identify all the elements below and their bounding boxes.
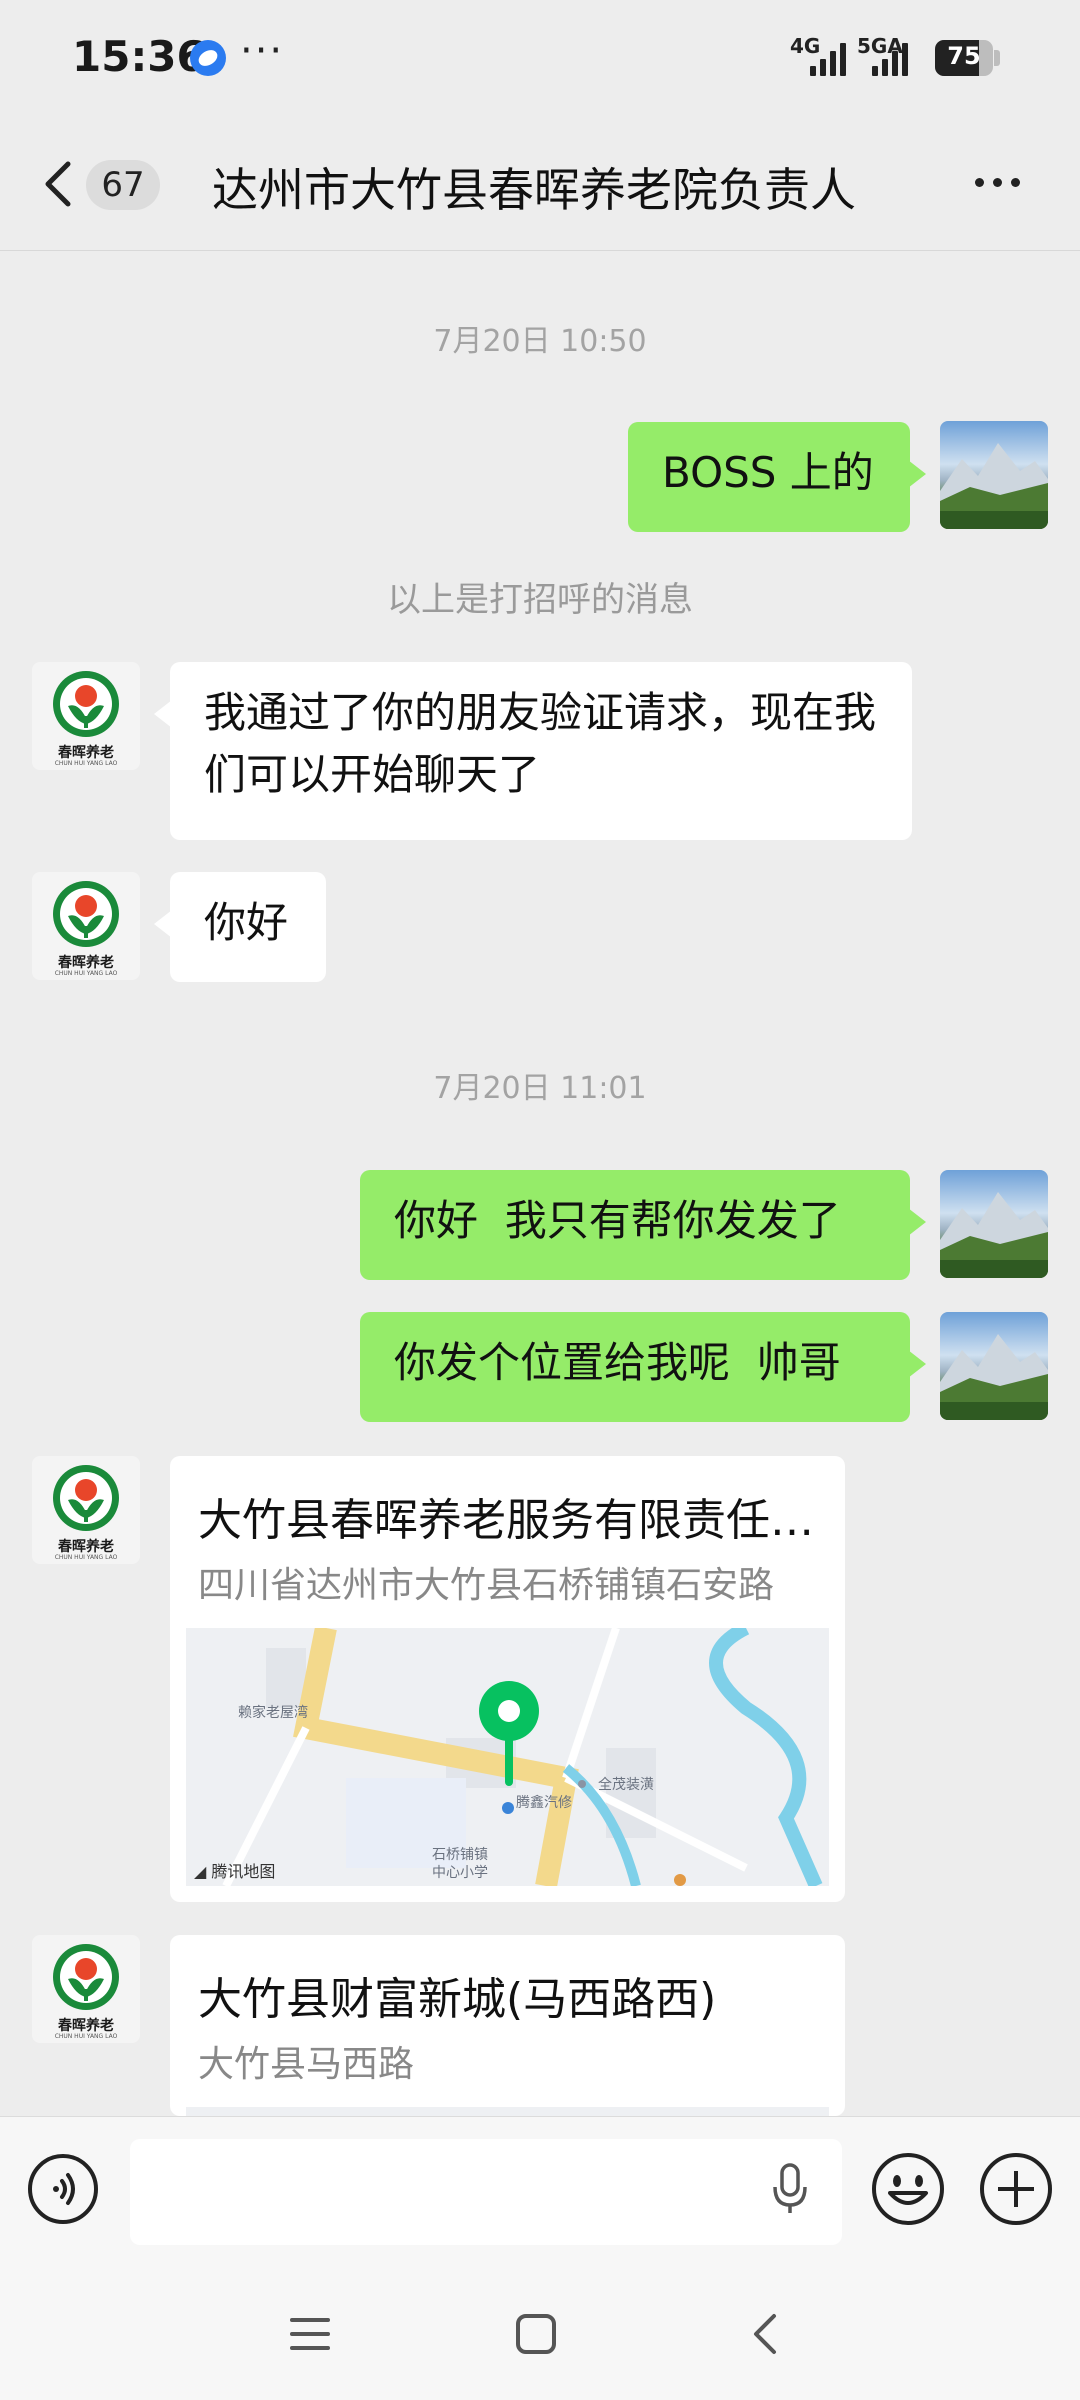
plus-icon[interactable] bbox=[978, 2151, 1054, 2227]
nav-back-icon[interactable] bbox=[744, 2312, 788, 2356]
location-address: 四川省达州市大竹县石桥铺镇石安路 bbox=[198, 1565, 775, 1606]
contact-avatar[interactable]: 春晖养老 CHUN HUI YANG LAO bbox=[32, 662, 140, 770]
avatar-logo-subtext: CHUN HUI YANG LAO bbox=[54, 970, 118, 977]
system-message: 以上是打招呼的消息 bbox=[387, 580, 693, 620]
battery-level: 75 bbox=[947, 42, 981, 70]
message-incoming[interactable]: 你好 bbox=[154, 872, 326, 982]
map-label: 石桥铺镇 bbox=[432, 1847, 488, 1863]
map-label: 全茂装潢 bbox=[598, 1777, 654, 1793]
message-outgoing[interactable]: 你好 我只有帮你发发了 bbox=[360, 1170, 926, 1280]
message-input[interactable] bbox=[130, 2139, 842, 2245]
more-options-icon[interactable] bbox=[975, 178, 1020, 187]
app-notification-icon bbox=[190, 40, 226, 76]
map-pin-icon bbox=[479, 1681, 539, 1786]
location-name: 大竹县春晖养老服务有限责任公司 bbox=[198, 1495, 818, 1546]
input-bar bbox=[0, 2116, 1080, 2277]
chat-title: 达州市大竹县春晖养老院负责人 bbox=[212, 163, 856, 217]
status-time: 15:36 bbox=[72, 32, 206, 81]
voice-mode-button[interactable] bbox=[28, 2154, 98, 2224]
self-avatar[interactable] bbox=[940, 1170, 1048, 1278]
mountain-landscape-icon bbox=[940, 443, 1048, 529]
location-address: 大竹县马西路 bbox=[198, 2044, 415, 2085]
menu-icon[interactable] bbox=[288, 2312, 332, 2356]
more-notifications-icon: ··· bbox=[240, 28, 285, 74]
message-incoming[interactable]: 我通过了你的朋友验证请求，现在我们可以开始聊天了 bbox=[154, 662, 912, 840]
avatar-logo-subtext: CHUN HUI YANG LAO bbox=[54, 760, 118, 767]
avatar-logo-text: 春晖养老 bbox=[58, 745, 114, 761]
map-label: 赖家老屋湾 bbox=[238, 1705, 308, 1721]
map-credit: ◢ 腾讯地图 bbox=[194, 1862, 276, 1881]
status-bar: 15:36 ··· 4G 5GA 75 bbox=[0, 0, 1080, 118]
contact-avatar[interactable]: 春晖养老 CHUN HUI YANG LAO bbox=[32, 872, 140, 980]
contact-avatar[interactable]: 春晖养老 CHUN HUI YANG LAO bbox=[32, 1456, 140, 1564]
mountain-landscape-icon bbox=[940, 1192, 1048, 1278]
map-label: 腾鑫汽修 bbox=[516, 1795, 572, 1811]
location-card[interactable]: 大竹县财富新城(马西路西) 大竹县马西路 bbox=[170, 1935, 845, 2116]
emoji-icon[interactable] bbox=[870, 2151, 946, 2227]
battery-icon: 75 bbox=[935, 40, 993, 76]
avatar-logo-subtext: CHUN HUI YANG LAO bbox=[54, 2033, 118, 2040]
voice-icon bbox=[53, 2173, 75, 2205]
location-map[interactable]: 赖家老屋湾 全茂装潢 腾鑫汽修 石桥铺镇 中心小学 ◢ 腾讯地图 bbox=[186, 1628, 829, 1886]
avatar-logo-text: 春晖养老 bbox=[58, 2018, 114, 2034]
avatar-logo-subtext: CHUN HUI YANG LAO bbox=[54, 1554, 118, 1561]
location-name: 大竹县财富新城(马西路西) bbox=[198, 1974, 717, 2025]
home-icon[interactable] bbox=[514, 2312, 558, 2356]
microphone-icon[interactable] bbox=[770, 2161, 810, 2217]
location-card[interactable]: 大竹县春晖养老服务有限责任公司 四川省达州市大竹县石桥铺镇石安路 赖家老屋湾 全… bbox=[170, 1456, 845, 1902]
back-icon[interactable] bbox=[38, 158, 78, 210]
avatar-logo-text: 春晖养老 bbox=[58, 955, 114, 971]
mountain-landscape-icon bbox=[940, 1334, 1048, 1420]
signal-icon bbox=[810, 42, 846, 76]
timestamp: 7月20日 10:50 bbox=[433, 324, 647, 359]
contact-avatar[interactable]: 春晖养老 CHUN HUI YANG LAO bbox=[32, 1935, 140, 2043]
self-avatar[interactable] bbox=[940, 1312, 1048, 1420]
map-label: 中心小学 bbox=[432, 1865, 488, 1881]
signal-icon-2 bbox=[872, 42, 908, 76]
system-navigation-bar bbox=[0, 2276, 1080, 2400]
self-avatar[interactable] bbox=[940, 421, 1048, 529]
avatar-logo-text: 春晖养老 bbox=[58, 1539, 114, 1555]
unread-count-badge[interactable]: 67 bbox=[86, 160, 160, 210]
message-outgoing[interactable]: BOSS 上的 bbox=[628, 422, 926, 532]
timestamp: 7月20日 11:01 bbox=[433, 1071, 647, 1106]
location-map[interactable] bbox=[186, 2107, 829, 2116]
chat-header: 67 达州市大竹县春晖养老院负责人 bbox=[0, 118, 1080, 251]
message-outgoing[interactable]: 你发个位置给我呢 帅哥 bbox=[360, 1312, 926, 1422]
